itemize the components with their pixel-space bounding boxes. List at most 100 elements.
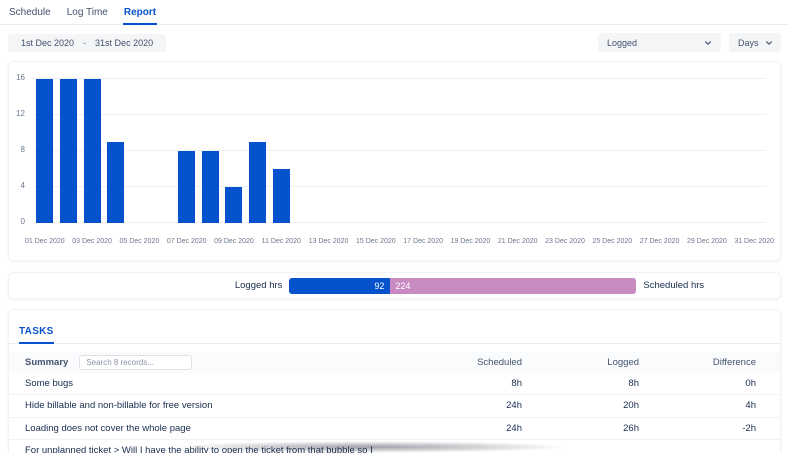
task-difference-cell: -2h	[639, 423, 756, 434]
chart-day-slot	[671, 79, 695, 223]
task-scheduled-cell: 8h	[405, 378, 522, 389]
chart-day-slot	[104, 79, 128, 223]
date-range-picker[interactable]: 1st Dec 2020 - 31st Dec 2020	[8, 34, 166, 52]
x-axis-tick-label: 23 Dec 2020	[545, 238, 585, 245]
chart-day-slot	[577, 79, 601, 223]
task-summary-cell: Hide billable and non-billable for free …	[25, 399, 405, 412]
chart-day-slot	[695, 79, 719, 223]
y-axis-tick-label: 4	[9, 182, 25, 190]
chart-day-slot	[624, 79, 648, 223]
x-axis-tick-label: 25 Dec 2020	[592, 238, 632, 245]
report-page: Schedule Log Time Report 1st Dec 2020 - …	[0, 0, 789, 453]
chart-day-slot	[648, 79, 672, 223]
chart-day-slot	[246, 79, 270, 223]
x-axis-tick-label: 31 Dec 2020	[734, 238, 774, 245]
chart-bar[interactable]	[225, 187, 242, 223]
logged-hours-bar-chart: 0481216 01 Dec 2020 03 Dec 2020 05 Dec 202…	[8, 61, 781, 261]
chart-bar[interactable]	[107, 142, 124, 223]
chart-day-slot	[340, 79, 364, 223]
chart-day-slot	[80, 79, 104, 223]
metric-select-value: Logged	[607, 38, 637, 48]
tasks-table: Summary Scheduled Logged Difference Some…	[9, 352, 780, 453]
x-axis-tick-label: 11 Dec 2020	[262, 238, 301, 245]
logged-hrs-label: Logged hrs	[235, 280, 283, 291]
chart-bar[interactable]	[84, 79, 101, 223]
search-input[interactable]	[79, 355, 192, 370]
chart-day-slot	[33, 79, 57, 223]
x-axis-tick-label: 03 Dec 2020	[72, 238, 112, 245]
chart-bar[interactable]	[60, 79, 77, 223]
x-axis-tick-label: 01 Dec 2020	[25, 238, 65, 245]
task-row[interactable]: Some bugs8h8h0h	[9, 373, 780, 394]
x-axis-tick-label: 15 Dec 2020	[356, 238, 396, 245]
task-difference-cell: 0h	[639, 378, 756, 389]
task-row[interactable]: Loading does not cover the whole page24h…	[9, 417, 780, 439]
chart-day-slot	[198, 79, 222, 223]
chart-day-slot	[175, 79, 199, 223]
date-range-end: 31st Dec 2020	[95, 38, 153, 48]
tasks-table-header: Summary Scheduled Logged Difference	[9, 352, 780, 373]
chart-day-slot	[222, 79, 246, 223]
chart-day-slot	[435, 79, 459, 223]
chart-bar[interactable]	[178, 151, 195, 223]
granularity-select-value: Days	[738, 38, 759, 48]
task-row[interactable]: Hide billable and non-billable for free …	[9, 394, 780, 416]
chart-day-slot	[57, 79, 81, 223]
task-logged-cell: 8h	[522, 378, 639, 389]
chart-day-slot	[151, 79, 175, 223]
chart-bars	[33, 79, 766, 223]
task-summary-cell: Some bugs	[25, 377, 405, 390]
task-scheduled-cell: 24h	[405, 400, 522, 411]
logged-vs-scheduled-bar[interactable]: 92 224	[289, 278, 636, 294]
x-axis-tick-label: 29 Dec 2020	[687, 238, 727, 245]
chevron-down-icon	[765, 39, 773, 47]
top-tab-bar: Schedule Log Time Report	[0, 0, 789, 25]
chart-day-slot	[506, 79, 530, 223]
x-axis-tick-label: 05 Dec 2020	[120, 238, 160, 245]
progress-row: Logged hrs 92 224 Scheduled hrs	[235, 278, 704, 294]
x-axis-tick-label: 13 Dec 2020	[309, 238, 349, 245]
difference-column-header[interactable]: Difference	[639, 357, 756, 368]
chart-day-slot	[742, 79, 766, 223]
chevron-down-icon	[704, 39, 712, 47]
scheduled-column-header[interactable]: Scheduled	[405, 357, 522, 368]
logged-vs-scheduled-panel: Logged hrs 92 224 Scheduled hrs	[8, 272, 781, 299]
summary-column-header: Summary	[25, 355, 405, 370]
filter-selects: Logged Days	[598, 33, 781, 52]
logged-column-header[interactable]: Logged	[522, 357, 639, 368]
scheduled-hrs-label: Scheduled hrs	[643, 280, 704, 291]
task-difference-cell: 4h	[639, 400, 756, 411]
y-axis-tick-label: 12	[9, 110, 25, 118]
task-difference-cell: 25h	[639, 452, 756, 453]
task-summary-cell: Loading does not cover the whole page	[25, 422, 405, 435]
chart-day-slot	[459, 79, 483, 223]
y-axis: 0481216	[9, 79, 29, 223]
tasks-panel: TASKS Summary Scheduled Logged Differenc…	[8, 309, 781, 453]
x-axis-tick-label: 19 Dec 2020	[451, 238, 491, 245]
chart-bar[interactable]	[202, 151, 219, 223]
tab-log-time[interactable]: Log Time	[66, 4, 109, 25]
chart-bar[interactable]	[273, 169, 290, 223]
tasks-section-header: TASKS	[9, 310, 780, 344]
scheduled-value: 224	[395, 281, 410, 291]
controls-row: 1st Dec 2020 - 31st Dec 2020 Logged Days	[8, 33, 781, 52]
chart-day-slot	[482, 79, 506, 223]
chart-day-slot	[719, 79, 743, 223]
chart-day-slot	[269, 79, 293, 223]
chart-bar[interactable]	[249, 142, 266, 223]
logged-value: 92	[374, 281, 384, 291]
metric-select[interactable]: Logged	[598, 33, 721, 52]
x-axis-tick-label: 21 Dec 2020	[498, 238, 538, 245]
tab-report[interactable]: Report	[123, 4, 157, 25]
date-range-start: 1st Dec 2020	[21, 38, 74, 48]
chart-day-slot	[411, 79, 435, 223]
x-axis-tick-label: 09 Dec 2020	[214, 238, 254, 245]
chart-day-slot	[600, 79, 624, 223]
tasks-tab[interactable]: TASKS	[19, 326, 54, 344]
task-logged-cell: 26h	[522, 423, 639, 434]
summary-column-label: Summary	[25, 357, 68, 368]
chart-bar[interactable]	[36, 79, 53, 223]
tab-schedule[interactable]: Schedule	[8, 4, 52, 25]
x-axis-tick-label: 17 Dec 2020	[403, 238, 443, 245]
granularity-select[interactable]: Days	[729, 33, 781, 52]
